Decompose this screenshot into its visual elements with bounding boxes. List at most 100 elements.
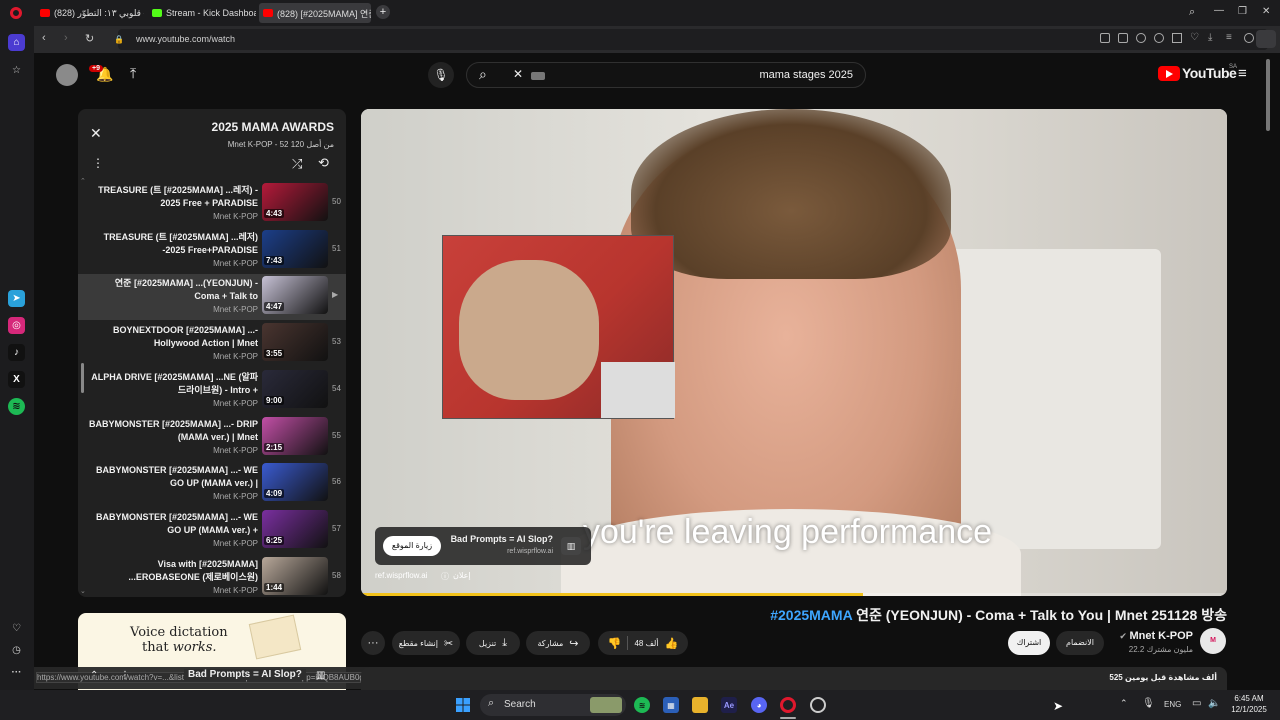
easy-setup-button[interactable]	[1256, 30, 1276, 48]
playlist-item-thumbnail[interactable]: 1:44	[262, 556, 328, 595]
close-playlist-icon[interactable]: ✕	[90, 125, 102, 142]
progress-track[interactable]	[361, 593, 1227, 596]
clip-button[interactable]: إنشاء مقطع ✂	[392, 631, 460, 655]
clear-search-icon[interactable]: ✕	[513, 67, 523, 81]
playlist-item[interactable]: TREASURE (트 [#2025MAMA] ...레저) -2025 Fre…	[78, 228, 346, 274]
tab-youtube-active[interactable]: (828) [#2025MAMA] 연준	[259, 3, 371, 23]
opera-logo-icon[interactable]	[10, 7, 22, 19]
playlist-item-thumbnail[interactable]: 4:43	[262, 183, 328, 221]
store-icon[interactable]: ▦	[663, 697, 679, 713]
home-icon[interactable]: ⌂	[8, 34, 25, 51]
spotify-icon[interactable]: ≋	[634, 697, 650, 713]
upload-icon[interactable]: ⤒	[130, 65, 136, 82]
playlist-item[interactable]: BOYNEXTDOOR [#2025MAMA] ...- Hollywood A…	[78, 321, 346, 367]
menu-icon[interactable]: ≡	[1226, 33, 1236, 43]
download-icon[interactable]: ⤓	[1208, 33, 1218, 43]
join-button[interactable]: الانضمام	[1056, 631, 1104, 655]
page-scrollbar[interactable]	[1266, 59, 1270, 131]
edit-icon[interactable]	[1100, 33, 1110, 43]
channel-avatar[interactable]: M	[1200, 628, 1226, 654]
mini-more-icon[interactable]: ⋮	[120, 670, 130, 681]
history-icon[interactable]: ◷	[8, 642, 25, 659]
minimize-button[interactable]: —	[1214, 5, 1224, 16]
playlist-item[interactable]: BABYMONSTER [#2025MAMA] ...- WE GO UP (M…	[78, 508, 346, 554]
opera-taskbar-icon[interactable]	[780, 697, 796, 713]
avatar[interactable]	[56, 64, 78, 86]
subscribe-button[interactable]: اشتراك	[1008, 631, 1050, 655]
keyboard-icon[interactable]	[531, 72, 545, 80]
more-icon[interactable]: ···	[8, 664, 25, 681]
heart-icon[interactable]: ♡	[1190, 33, 1200, 43]
after-effects-icon[interactable]: Ae	[721, 697, 737, 713]
ad-info-icon[interactable]: ⓘ	[441, 571, 449, 582]
close-window-button[interactable]: ✕	[1262, 6, 1270, 17]
visit-site-button[interactable]: زيارة الموقع	[383, 536, 441, 556]
youtube-logo-icon[interactable]	[1158, 66, 1180, 81]
favorites-icon[interactable]: ♡	[8, 620, 25, 637]
tab-kick[interactable]: Stream - Kick Dashboard	[148, 3, 256, 23]
search-icon[interactable]: ⌕	[479, 66, 487, 83]
taskbar-search[interactable]: ⌕ Search	[480, 694, 626, 716]
instagram-icon[interactable]: ◎	[8, 317, 25, 334]
search-input[interactable]: mama stages 2025	[759, 69, 853, 81]
discord-icon[interactable]: ◕	[751, 697, 767, 713]
playlist-item[interactable]: BABYMONSTER [#2025MAMA] ...- WE GO UP (M…	[78, 461, 346, 507]
mini-equalizer-icon[interactable]: ▥	[316, 670, 325, 681]
description-box[interactable]: 525 ألف مشاهدة قبل يومين	[361, 667, 1227, 690]
pinboard-icon[interactable]: ☆	[8, 62, 25, 79]
tiktok-icon[interactable]: ♪	[8, 344, 25, 361]
playlist-item-thumbnail[interactable]: 7:43	[262, 229, 328, 268]
playlist-item[interactable]: 연준 [#2025MAMA] ...(YEONJUN) - Coma + Tal…	[78, 274, 346, 321]
playlist-item-thumbnail[interactable]: 4:09	[262, 463, 328, 502]
playlist-item[interactable]: TREASURE (트 [#2025MAMA] ...레저) - 2025 Fr…	[78, 181, 346, 227]
playlist-item-thumbnail[interactable]: 9:00	[262, 369, 328, 408]
video-player[interactable]: you're leaving performance زيارة الموقع …	[361, 109, 1227, 596]
ad-footer-domain[interactable]: ref.wisprflow.ai	[375, 571, 427, 580]
playlist-item-thumbnail[interactable]: 3:55	[262, 323, 328, 362]
playlist-more-icon[interactable]: ⋮	[92, 156, 104, 170]
opera-gx-icon[interactable]	[810, 697, 826, 713]
playlist-scrollbar[interactable]	[81, 363, 84, 393]
scroll-down-icon[interactable]: ⌄	[80, 587, 86, 595]
playlist-item[interactable]: BABYMONSTER [#2025MAMA] ...- DRIP (MAMA …	[78, 415, 346, 461]
back-icon[interactable]: ‹	[42, 32, 46, 44]
language-indicator[interactable]: ENG	[1164, 700, 1181, 709]
new-tab-button[interactable]: +	[376, 5, 390, 19]
maximize-button[interactable]: ❐	[1238, 6, 1247, 17]
dislike-icon[interactable]: 👎	[608, 637, 622, 650]
vpn-icon[interactable]	[1154, 33, 1164, 43]
telegram-icon[interactable]: ➤	[8, 290, 25, 307]
shuffle-icon[interactable]: ⤮	[292, 156, 302, 172]
microphone-icon[interactable]: 🎙	[1142, 698, 1155, 709]
display-icon[interactable]: ▭	[1192, 698, 1201, 709]
hamburger-menu-icon[interactable]: ≡	[1238, 65, 1247, 82]
file-explorer-icon[interactable]	[692, 697, 708, 713]
forward-icon[interactable]: ›	[64, 32, 68, 44]
tab-youtube-1[interactable]: (828) قلوبي ١٣: التطوّر - ...	[36, 3, 144, 23]
profile-icon[interactable]	[1244, 33, 1254, 43]
playlist-item-thumbnail[interactable]: 4:47	[262, 276, 328, 315]
playlist-item[interactable]: Visa with [#2025MAMA] ...EROBASEONE (제로베…	[78, 555, 346, 597]
camera-icon[interactable]	[1118, 33, 1128, 43]
clock[interactable]: 6:45 AM 12/1/2025	[1228, 694, 1270, 714]
like-icon[interactable]: 👍	[665, 637, 679, 650]
channel-name[interactable]: ✔ Mnet K-POP	[1119, 630, 1193, 642]
volume-icon[interactable]: 🔈	[1208, 698, 1220, 709]
mini-expand-icon[interactable]: ⌃	[90, 670, 98, 681]
tray-chevron-icon[interactable]: ⌃	[1120, 698, 1128, 709]
like-count[interactable]: 48 ألف	[634, 639, 658, 648]
x-twitter-icon[interactable]: X	[8, 371, 25, 388]
voice-search-icon[interactable]: 🎙	[428, 62, 454, 88]
shield-icon[interactable]	[1136, 33, 1146, 43]
video-title-hashtag[interactable]: #2025MAMA	[770, 607, 852, 623]
playlist-item[interactable]: ALPHA DRIVE [#2025MAMA] ...NE (알파드라이브원) …	[78, 368, 346, 414]
share-button[interactable]: مشاركة ↪	[526, 631, 590, 655]
download-button[interactable]: تنزيل ⤓	[466, 631, 520, 655]
playlist-item-thumbnail[interactable]: 6:25	[262, 509, 328, 548]
tab-search-icon[interactable]: ⌕	[1189, 6, 1195, 19]
spotify-icon[interactable]: ≋	[8, 398, 25, 415]
player-icon[interactable]	[1172, 33, 1182, 43]
start-button[interactable]	[455, 697, 471, 713]
more-actions-button[interactable]: ···	[361, 631, 385, 655]
playlist-item-thumbnail[interactable]: 2:15	[262, 416, 328, 455]
